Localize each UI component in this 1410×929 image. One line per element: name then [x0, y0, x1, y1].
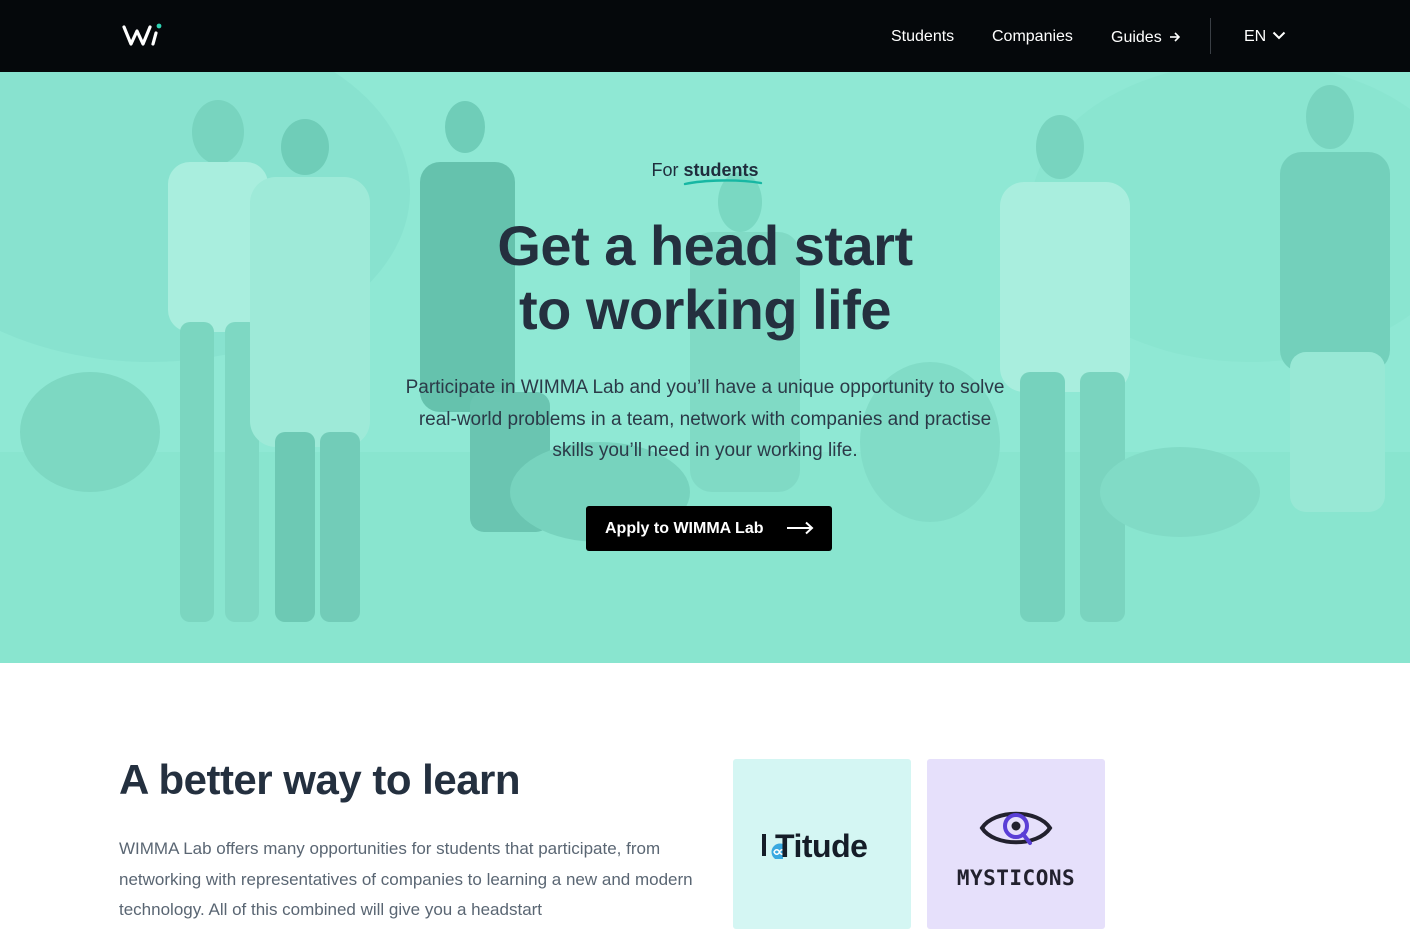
language-selector[interactable]: EN	[1244, 26, 1286, 48]
section-title: A better way to learn	[119, 756, 521, 803]
kicker-highlight-text: students	[683, 160, 759, 180]
section-text: WIMMA Lab offers many opportunities for …	[119, 839, 693, 919]
hero-kicker: For students	[0, 158, 1410, 186]
hero-title-line2: to working life	[518, 278, 892, 341]
kicker-highlight: students	[683, 158, 762, 186]
nav-link-guides[interactable]: Guides	[1111, 26, 1180, 48]
top-navbar: Students Companies Guides EN	[0, 0, 1410, 72]
apply-button[interactable]: Apply to WIMMA Lab	[586, 506, 832, 551]
iotitude-logo-text: Titude	[775, 828, 868, 864]
team-card-mysticons[interactable]: MYSTICONS	[927, 759, 1105, 929]
nav-divider	[1210, 18, 1211, 54]
wimma-logo-icon	[122, 23, 162, 46]
nav-link-students[interactable]: Students	[891, 26, 954, 48]
chevron-down-icon	[1273, 31, 1286, 40]
language-label: EN	[1244, 28, 1267, 45]
arrow-right-icon	[1169, 26, 1180, 48]
hero-content: For students Get a head start to working…	[0, 72, 1410, 663]
arrow-right-icon	[787, 521, 814, 535]
hero-description: Participate in WIMMA Lab and you’ll have…	[405, 377, 1005, 461]
mysticons-logo-text: MYSTICONS	[956, 866, 1076, 890]
underline-squiggle-icon	[683, 179, 762, 186]
nav-link-companies[interactable]: Companies	[992, 26, 1073, 48]
hero-section: For students Get a head start to working…	[0, 72, 1410, 663]
hero-title-line1: Get a head start	[497, 214, 913, 277]
team-card-iotitude[interactable]: Titude	[733, 759, 911, 929]
apply-button-label: Apply to WIMMA Lab	[605, 519, 764, 537]
kicker-prefix: For	[651, 160, 679, 180]
nav-link-guides-label: Guides	[1111, 29, 1162, 46]
eye-icon	[979, 811, 1053, 845]
hero-title: Get a head start to working life	[0, 214, 1410, 342]
wimma-logo[interactable]	[122, 22, 164, 48]
